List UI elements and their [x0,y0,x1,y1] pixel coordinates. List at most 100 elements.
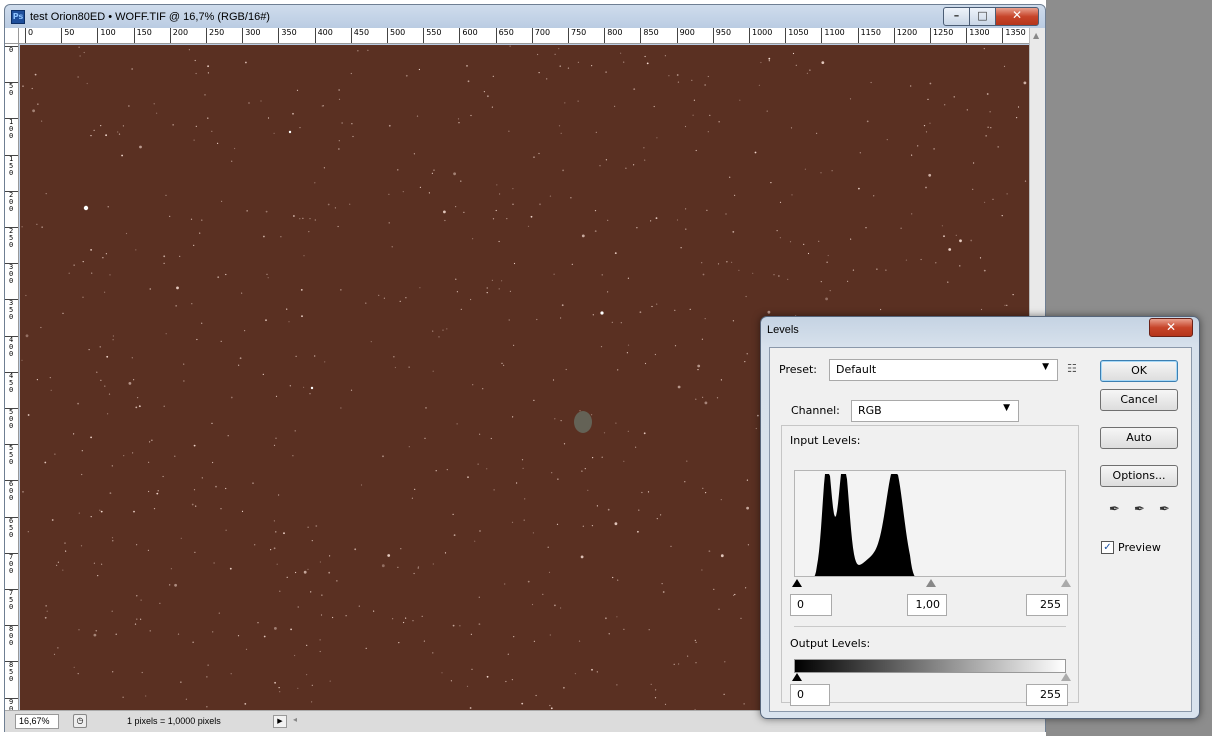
photoshop-app-icon: Ps [11,10,25,24]
input-gamma-slider[interactable] [926,579,936,587]
ruler-tick-label: 800 [604,28,622,43]
status-menu-arrow-icon[interactable]: ▶ [273,715,287,728]
channel-label: Channel: [787,404,844,417]
output-black-field[interactable]: 0 [790,684,830,706]
ruler-tick-label: 6 0 0 [5,480,18,502]
minimize-button[interactable]: – [943,7,970,26]
preview-checkbox[interactable]: ✓ [1101,541,1114,554]
input-gamma-field[interactable]: 1,00 [907,594,947,616]
ruler-tick-label: 3 0 0 [5,263,18,285]
vertical-ruler[interactable]: 0 5 0 1 0 0 1 5 0 2 0 0 2 5 0 3 0 0 3 5 0 4 0 0 4… [5,44,19,710]
histogram [794,470,1066,577]
input-white-slider[interactable] [1061,579,1071,587]
cancel-button[interactable]: Cancel [1100,389,1178,411]
ruler-tick-label: 150 [133,28,152,43]
maximize-icon: □ [977,9,988,22]
ruler-tick-label: 1150 [857,28,881,43]
ruler-tick-label: 8 0 0 [5,625,18,647]
channel-value: RGB [858,404,882,417]
auto-button[interactable]: Auto [1100,427,1178,449]
ruler-tick-label: 450 [350,28,369,43]
ruler-tick-label: 2 5 0 [5,227,18,249]
ruler-tick-label: 750 [568,28,586,43]
levels-dialog[interactable]: Levels ✕ Preset: Default ▼ ☷ Channel: RG… [760,316,1200,719]
ruler-tick-label: 4 5 0 [5,371,18,394]
levels-dialog-body: Preset: Default ▼ ☷ Channel: RGB ▼ Input… [769,347,1192,712]
preset-label: Preset: [779,363,818,376]
ok-button[interactable]: OK [1100,360,1178,382]
ruler-tick-label: 7 5 0 [5,589,18,611]
preset-options-icon[interactable]: ☷ [1067,362,1077,375]
ruler-tick-label: 1 0 0 [5,118,18,140]
ruler-tick-label: 5 0 [5,82,18,97]
section-divider [794,626,1066,627]
input-levels-label: Input Levels: [790,434,861,447]
ruler-tick-label: 7 0 0 [5,552,18,575]
ruler-tick-label: 550 [423,28,441,43]
ruler-tick-label: 700 [531,28,550,43]
histogram-graph [814,474,915,576]
output-black-slider[interactable] [792,673,802,681]
input-white-field[interactable]: 255 [1026,594,1068,616]
gray-eyedropper-icon[interactable]: ✒ [1134,502,1145,517]
levels-dialog-title: Levels [767,324,799,336]
preview-label: Preview [1118,541,1161,554]
ruler-tick-label: 1000 [749,28,772,43]
ruler-tick-label: 400 [314,28,333,43]
ruler-tick-label: 1250 [930,28,953,43]
channel-dropdown[interactable]: RGB ▼ [851,400,1019,422]
ruler-tick-label: 9 0 0 [5,697,18,710]
output-white-field[interactable]: 255 [1026,684,1068,706]
ruler-tick-label: 200 [169,28,188,43]
preset-value: Default [836,363,877,376]
minimize-icon: – [953,9,960,22]
ruler-tick-label: 2 0 0 [5,190,18,213]
scroll-up-icon[interactable]: ▲ [1033,31,1039,40]
chevron-down-icon: ▼ [1042,362,1049,372]
ruler-tick-label: 1350 [1002,28,1026,43]
ruler-origin[interactable] [5,28,19,44]
close-icon: ✕ [1011,8,1023,22]
ruler-tick-label: 900 [676,28,695,43]
preset-dropdown[interactable]: Default ▼ [829,359,1058,381]
horizontal-ruler[interactable]: 0 50 100 150 200 250 300 350 400 450 500 550 600 650 7… [19,28,1029,44]
ruler-tick-label: 950 [712,28,731,43]
ruler-tick-label: 650 [495,28,514,43]
levels-close-button[interactable]: ✕ [1149,318,1193,337]
black-eyedropper-icon[interactable]: ✒ [1109,502,1120,517]
ruler-tick-label: 5 0 0 [5,408,18,430]
ruler-tick-label: 1 5 0 [5,154,18,177]
white-eyedropper-icon[interactable]: ✒ [1159,502,1170,517]
input-black-slider[interactable] [792,579,802,587]
ruler-tick-label: 300 [242,28,260,43]
maximize-button[interactable]: □ [969,7,996,26]
ruler-tick-label: 1200 [893,28,917,43]
ruler-tick-label: 500 [387,28,405,43]
ruler-tick-label: 1100 [821,28,845,43]
zoom-level-field[interactable]: 16,67% [15,714,59,729]
window-controls: – □ ✕ [943,7,1039,27]
close-button[interactable]: ✕ [995,7,1039,26]
ruler-tick-label: 5 5 0 [5,444,18,466]
ruler-tick-label: 850 [640,28,659,43]
document-info-icon[interactable]: ◷ [73,714,87,728]
ruler-tick-label: 0 [25,28,33,43]
ruler-tick-label: 8 5 0 [5,661,18,683]
input-black-field[interactable]: 0 [790,594,832,616]
ruler-tick-label: 0 [5,46,18,54]
output-gradient-bar [794,659,1066,673]
status-info-text: 1 pixels = 1,0000 pixels [127,716,221,726]
scroll-left-icon[interactable]: ◂ [293,715,297,724]
document-title: test Orion80ED • WOFF.TIF @ 16,7% (RGB/1… [30,11,270,23]
output-white-slider[interactable] [1061,673,1071,681]
ruler-tick-label: 1050 [785,28,809,43]
ruler-tick-label: 4 0 0 [5,335,18,358]
chevron-down-icon: ▼ [1003,403,1010,413]
ruler-tick-label: 50 [61,28,74,43]
ruler-tick-label: 600 [459,28,478,43]
options-button[interactable]: Options... [1100,465,1178,487]
ruler-tick-label: 1300 [966,28,990,43]
ruler-tick-label: 350 [278,28,297,43]
ruler-tick-label: 3 5 0 [5,299,18,321]
ruler-tick-label: 100 [97,28,116,43]
